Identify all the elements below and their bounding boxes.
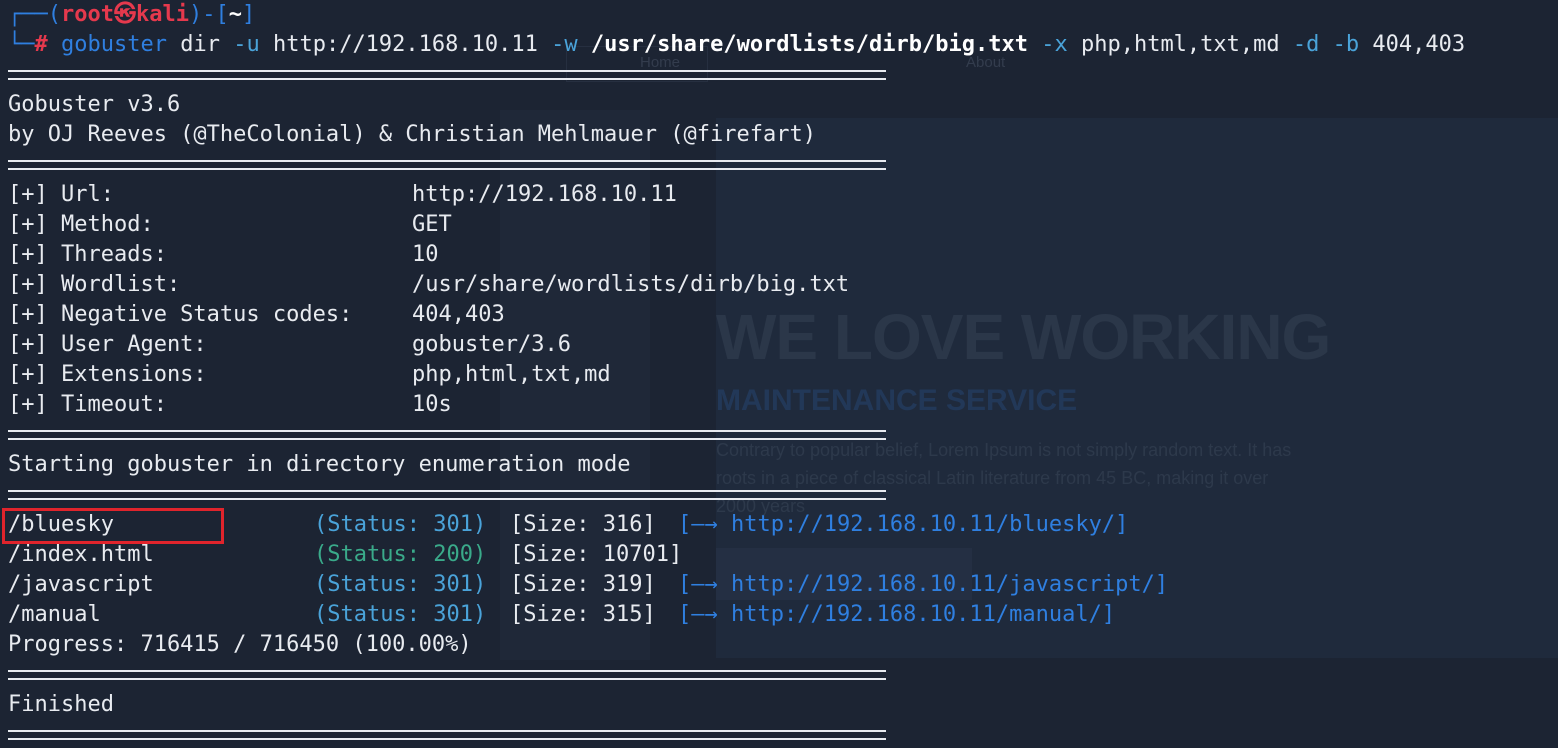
result-redirect[interactable]: [—→ http://192.168.10.11/javascript/]	[678, 570, 1168, 600]
prompt-hash: #	[34, 32, 48, 57]
command-arg: 404,403	[1372, 32, 1466, 57]
banner-authors: by OJ Reeves (@TheColonial) & Christian …	[8, 122, 816, 147]
separator	[8, 160, 886, 170]
config-label: [+] Extensions:	[8, 362, 207, 387]
redirect-url[interactable]: http://192.168.10.11/javascript/	[731, 572, 1155, 597]
config-label: [+] Negative Status codes:	[8, 302, 353, 327]
command-program: gobuster	[61, 32, 167, 57]
size-value: 10701	[602, 542, 669, 567]
config-value: GET	[412, 212, 452, 237]
redirect-url[interactable]: http://192.168.10.11/bluesky/	[731, 512, 1115, 537]
separator	[8, 70, 886, 80]
command-arg: /usr/share/wordlists/dirb/big.txt	[590, 32, 1028, 57]
status-code: 301	[433, 572, 473, 597]
result-redirect[interactable]: [—→ http://192.168.10.11/bluesky/]	[678, 510, 1128, 540]
redirect-url[interactable]: http://192.168.10.11/manual/	[731, 602, 1102, 627]
result-size: [Size: 315]	[510, 602, 656, 627]
result-size: [Size: 316]	[510, 512, 656, 537]
config-value: http://192.168.10.11	[412, 182, 677, 207]
config-value: 404,403	[412, 302, 505, 327]
separator	[8, 490, 886, 500]
start-message: Starting gobuster in directory enumerati…	[8, 452, 631, 477]
command-flag: -w	[551, 32, 578, 57]
result-size: [Size: 319]	[510, 572, 656, 597]
status-code: 301	[433, 512, 473, 537]
config-label: [+] Threads:	[8, 242, 167, 267]
size-value: 319	[602, 572, 643, 597]
result-path[interactable]: /index.html	[8, 540, 154, 570]
config-value: gobuster/3.6	[412, 332, 571, 357]
prompt-skull: ㉿	[113, 2, 136, 27]
config-label: [+] Wordlist:	[8, 272, 181, 297]
command-flag: -x	[1041, 32, 1068, 57]
result-path[interactable]: /javascript	[8, 570, 154, 600]
command-arg: php,html,txt,md	[1080, 32, 1280, 57]
command-flag: -u	[233, 32, 260, 57]
command-flag: -b	[1332, 32, 1360, 57]
config-value: php,html,txt,md	[412, 362, 611, 387]
progress-line: Progress: 716415 / 716450 (100.00%)	[8, 632, 472, 657]
command-args: dir -u http://192.168.10.11 -w /usr/shar…	[167, 32, 1465, 57]
result-status: (Status: 301)	[314, 512, 487, 537]
config-label: [+] Url:	[8, 182, 114, 207]
config-label: [+] Method:	[8, 212, 154, 237]
config-label: [+] User Agent:	[8, 332, 207, 357]
prompt-line: ┌──(root㉿kali)-[~]	[8, 2, 256, 27]
size-value: 316	[602, 512, 643, 537]
result-redirect[interactable]: [—→ http://192.168.10.11/manual/]	[678, 600, 1115, 630]
result-size: [Size: 10701]	[510, 542, 683, 567]
status-code: 301	[433, 602, 473, 627]
status-code: 200	[433, 542, 473, 567]
result-status: (Status: 200)	[314, 542, 487, 567]
finished-line: Finished	[8, 692, 114, 717]
prompt-host: kali	[135, 2, 189, 27]
separator	[8, 670, 886, 680]
config-value: /usr/share/wordlists/dirb/big.txt	[412, 272, 850, 297]
command-arg: http://192.168.10.11	[272, 32, 538, 57]
config-label: [+] Timeout:	[8, 392, 167, 417]
command-line[interactable]: └─# gobuster dir -u http://192.168.10.11…	[8, 30, 1465, 60]
separator	[8, 430, 886, 440]
separator	[8, 730, 886, 740]
terminal[interactable]: ┌──(root㉿kali)-[~] └─# gobuster dir -u h…	[0, 0, 1558, 748]
result-status: (Status: 301)	[314, 602, 487, 627]
prompt-user: root	[60, 2, 114, 27]
result-path[interactable]: /manual	[8, 600, 101, 630]
command-arg: dir	[180, 32, 220, 57]
config-value: 10	[412, 242, 439, 267]
config-value: 10s	[412, 392, 452, 417]
size-value: 315	[602, 602, 643, 627]
prompt-cwd: ~	[228, 2, 242, 27]
command-flag: -d	[1292, 32, 1320, 57]
result-status: (Status: 301)	[314, 572, 487, 597]
result-path[interactable]: /bluesky	[8, 510, 114, 540]
banner-version: Gobuster v3.6	[8, 92, 181, 117]
